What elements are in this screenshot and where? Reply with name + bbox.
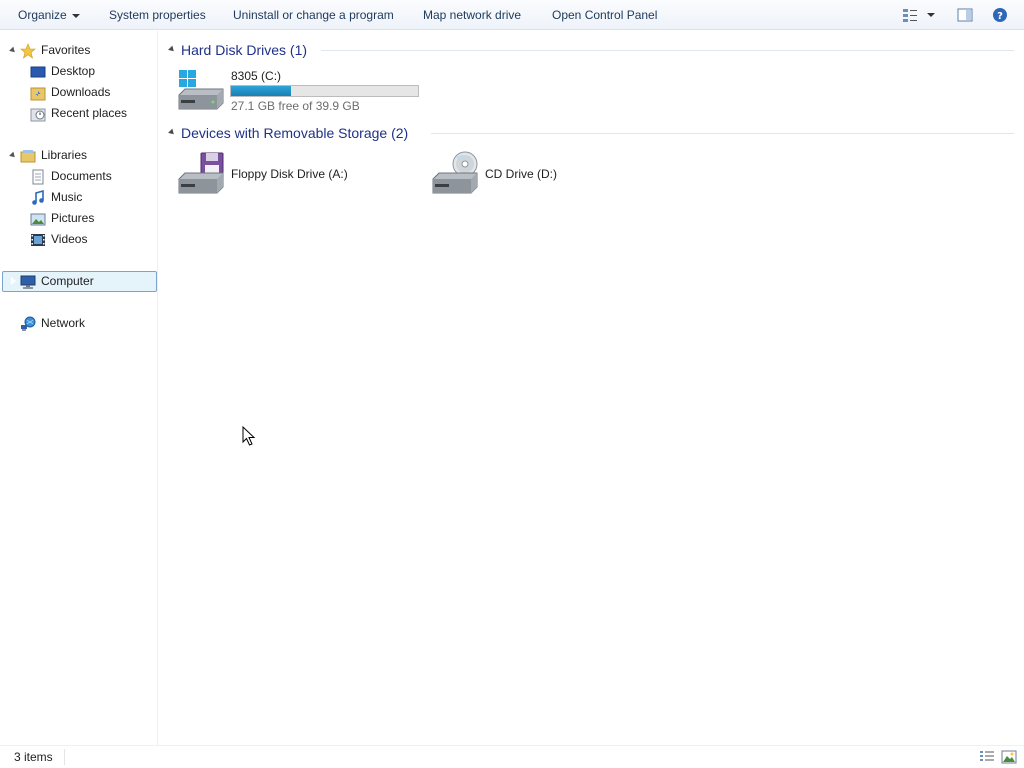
drive-free-space: 27.1 GB free of 39.9 GB (231, 99, 360, 113)
group-divider (321, 50, 1014, 51)
nav-item-videos[interactable]: Videos (0, 229, 158, 250)
collapse-arrow-icon[interactable] (10, 276, 16, 286)
preview-pane-icon[interactable] (957, 7, 973, 23)
item-count: 3 items (14, 750, 53, 764)
network-icon (21, 316, 36, 331)
cd-drive-icon (432, 151, 478, 194)
nav-item-label: Downloads (51, 85, 111, 99)
content-pane: Hard Disk Drives (1) 8305 (C:) 27.1 GB f… (159, 31, 1024, 745)
nav-item-recent-places[interactable]: Recent places (0, 103, 158, 124)
nav-computer-label: Computer (41, 274, 94, 288)
chevron-down-icon (71, 13, 80, 18)
collapse-arrow-icon[interactable] (20, 171, 26, 181)
computer-icon (20, 275, 36, 289)
command-bar: Organize System properties Uninstall or … (0, 0, 1024, 30)
nav-item-label: Desktop (51, 64, 96, 78)
help-icon[interactable]: ? (992, 7, 1008, 23)
nav-item-label: Documents (51, 169, 112, 183)
nav-libraries[interactable]: Libraries (0, 145, 158, 166)
star-icon (20, 43, 36, 59)
group-title: Devices with Removable Storage (2) (181, 125, 409, 141)
expand-arrow-icon[interactable] (9, 151, 17, 160)
drive-c[interactable]: 8305 (C:) 27.1 GB free of 39.9 GB (177, 69, 427, 115)
expand-arrow-icon[interactable] (168, 45, 176, 54)
view-options-chevron-icon[interactable] (925, 7, 937, 23)
drive-floppy-a[interactable]: Floppy Disk Drive (A:) (177, 151, 407, 197)
uninstall-program-button[interactable]: Uninstall or change a program (233, 0, 394, 30)
collapse-arrow-icon[interactable] (20, 192, 26, 202)
organize-label: Organize (18, 8, 67, 22)
group-header-hard-disk-drives[interactable]: Hard Disk Drives (1) (159, 39, 1014, 61)
status-divider (64, 749, 65, 765)
nav-item-downloads[interactable]: Downloads (0, 82, 158, 103)
drive-cd-d[interactable]: CD Drive (D:) (431, 151, 661, 197)
expand-arrow-icon[interactable] (168, 128, 176, 137)
nav-item-label: Videos (51, 232, 88, 246)
organize-menu[interactable]: Organize (18, 0, 80, 30)
floppy-drive-icon (178, 152, 224, 194)
mouse-cursor-icon (242, 426, 256, 446)
recent-places-icon (30, 108, 46, 122)
map-network-drive-button[interactable]: Map network drive (423, 0, 521, 30)
nav-item-label: Recent places (51, 106, 128, 120)
nav-favorites[interactable]: Favorites (0, 40, 158, 61)
desktop-icon (30, 66, 46, 78)
videos-icon (31, 234, 45, 246)
details-view-icon[interactable] (979, 750, 995, 764)
large-icons-view-icon[interactable] (1001, 750, 1017, 764)
nav-favorites-label: Favorites (41, 43, 91, 57)
collapse-arrow-icon[interactable] (20, 234, 26, 244)
collapse-arrow-icon[interactable] (20, 213, 26, 223)
expand-arrow-icon[interactable] (9, 46, 17, 55)
nav-computer[interactable]: Computer (0, 271, 158, 292)
status-bar: 3 items (0, 745, 1024, 768)
group-divider (431, 133, 1014, 134)
nav-network[interactable]: Network (0, 313, 158, 334)
collapse-arrow-icon[interactable] (10, 318, 16, 328)
drive-usage-bar (230, 85, 419, 97)
nav-item-documents[interactable]: Documents (0, 166, 158, 187)
open-control-panel-button[interactable]: Open Control Panel (552, 0, 657, 30)
drive-name: 8305 (C:) (231, 69, 282, 83)
svg-text:?: ? (997, 11, 1003, 22)
group-header-removable-storage[interactable]: Devices with Removable Storage (2) (159, 122, 1014, 144)
system-properties-button[interactable]: System properties (109, 0, 206, 30)
music-icon (32, 190, 44, 205)
nav-libraries-label: Libraries (41, 148, 88, 162)
change-view-icon[interactable] (902, 7, 918, 23)
nav-item-label: Pictures (51, 211, 95, 225)
downloads-folder-icon (30, 87, 46, 101)
drive-name: Floppy Disk Drive (A:) (231, 167, 348, 181)
nav-item-desktop[interactable]: Desktop (0, 61, 158, 82)
nav-network-label: Network (41, 316, 86, 330)
nav-item-music[interactable]: Music (0, 187, 158, 208)
nav-item-pictures[interactable]: Pictures (0, 208, 158, 229)
navigation-pane: Favorites Desktop Downloads Recent place… (0, 31, 158, 745)
hard-drive-icon (178, 70, 224, 110)
pictures-icon (30, 213, 46, 226)
libraries-icon (20, 150, 36, 163)
group-title: Hard Disk Drives (1) (181, 42, 308, 58)
nav-item-label: Music (51, 190, 83, 204)
drive-usage-fill (231, 86, 291, 96)
documents-icon (32, 169, 44, 185)
drive-name: CD Drive (D:) (485, 167, 557, 181)
